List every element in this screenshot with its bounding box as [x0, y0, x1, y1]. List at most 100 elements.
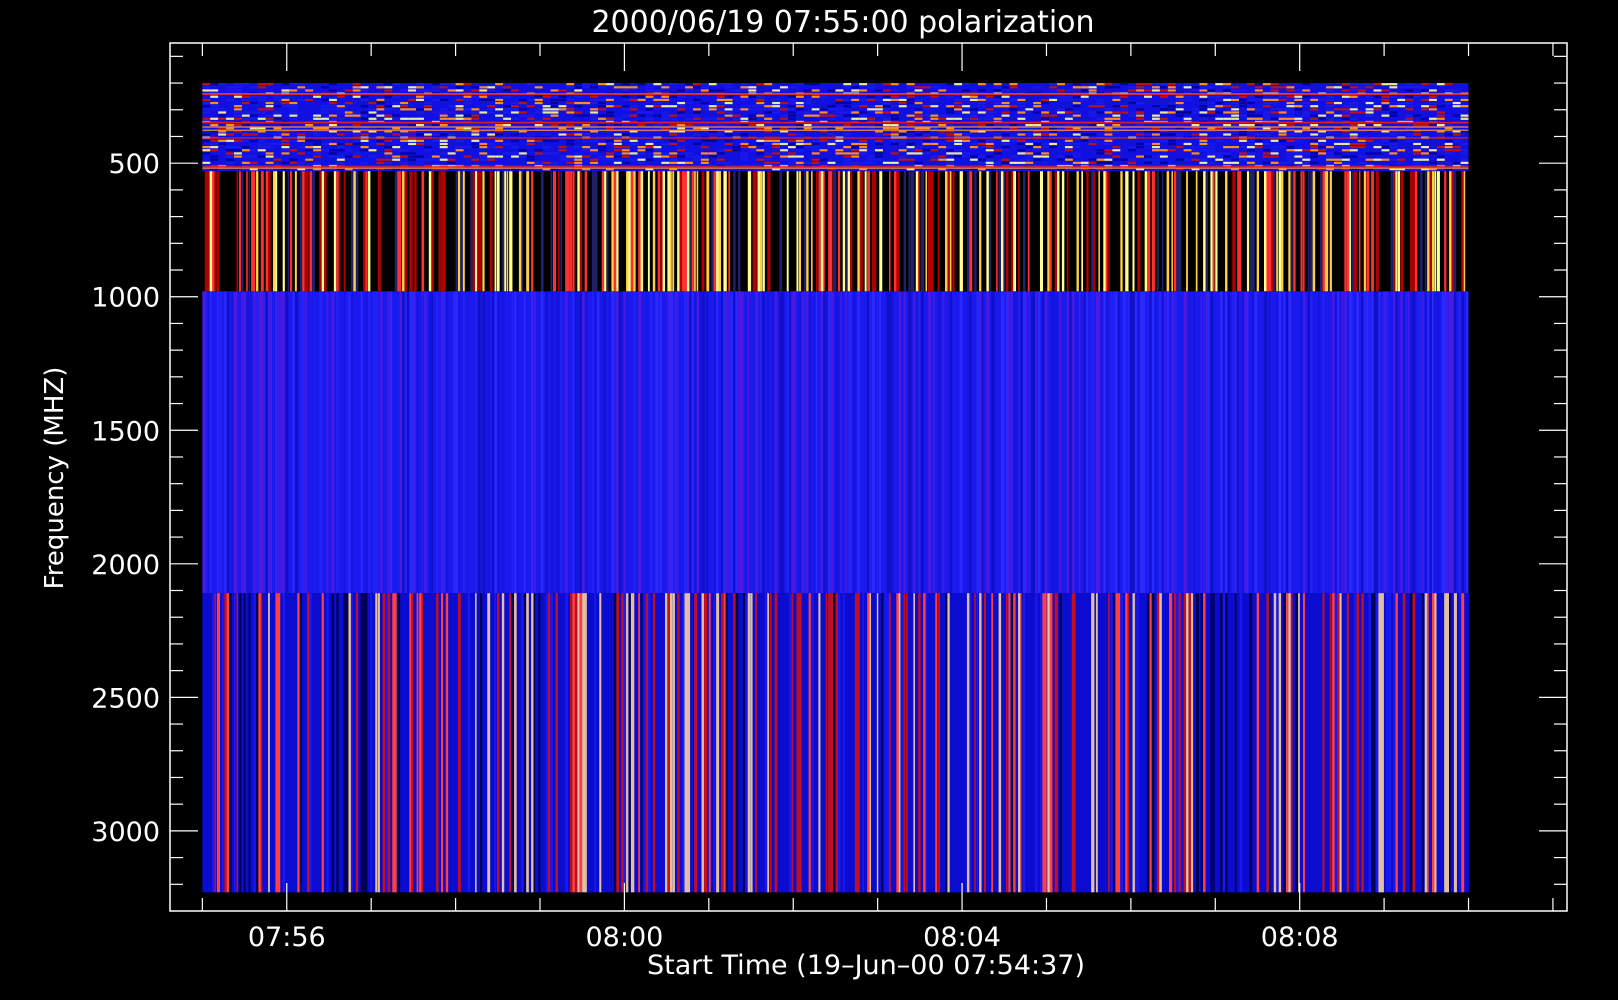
spectrogram-cell	[431, 86, 440, 89]
spectrogram-stripe	[813, 593, 817, 893]
spectrogram-stripe	[438, 171, 441, 292]
spectrogram-cell	[392, 114, 401, 117]
spectrogram-cell	[1357, 146, 1366, 149]
spectrogram-stripe	[397, 593, 401, 893]
spectrogram-cell	[1397, 86, 1406, 89]
spectrogram-cell	[226, 123, 235, 127]
spectrogram-cell	[1341, 149, 1350, 152]
spectrogram-cell	[756, 98, 765, 101]
spectrogram-cell	[962, 105, 970, 108]
spectrogram-cell	[416, 98, 424, 101]
spectrogram-stripe	[545, 291, 548, 594]
spectrogram-cell	[1144, 95, 1152, 98]
spectrogram-cell	[1120, 108, 1129, 111]
spectrogram-cell	[328, 155, 337, 158]
spectrogram-stripe	[294, 171, 297, 292]
spectrogram-cell	[946, 83, 955, 86]
spectrogram-stripe	[1035, 593, 1038, 893]
spectrogram-cell	[605, 158, 614, 161]
spectrogram-cell	[621, 139, 630, 142]
spectrogram-stripe	[1395, 171, 1398, 292]
spectrogram-cell	[495, 108, 504, 111]
spectrogram-cell	[1151, 89, 1160, 92]
spectrogram-cell	[906, 123, 915, 127]
spectrogram-cell	[550, 89, 559, 92]
y-axis-label: Frequency (MHZ)	[40, 367, 70, 590]
spectrogram-stripe	[214, 593, 217, 893]
spectrogram-cell	[890, 123, 899, 127]
spectrogram-cell	[637, 114, 646, 117]
spectrogram-cell	[328, 89, 337, 92]
spectrogram-cell	[724, 142, 733, 146]
spectrogram-cell	[693, 114, 701, 117]
spectrogram-cell	[423, 123, 432, 127]
spectrogram-cell	[392, 149, 401, 152]
spectrogram-cell	[843, 111, 852, 114]
spectrogram-cell	[685, 152, 693, 155]
spectrogram-cell	[1286, 89, 1295, 92]
spectrogram-stripe	[701, 291, 705, 594]
spectrogram-cell	[590, 161, 599, 164]
spectrogram-stripe	[599, 593, 602, 893]
spectrogram-stripe	[608, 291, 611, 594]
spectrogram-cell	[574, 111, 583, 114]
spectrogram-cell	[534, 108, 543, 111]
spectrogram-cell	[542, 105, 551, 108]
spectrogram-stripe	[1010, 171, 1014, 292]
spectrogram-stripe	[862, 593, 865, 893]
spectrogram-cell	[416, 155, 424, 158]
spectrogram-stripe	[840, 291, 842, 594]
spectrogram-stripe	[540, 291, 544, 594]
spectrogram-cell	[1326, 117, 1334, 120]
spectrogram-cell	[321, 149, 329, 152]
spectrogram-cell	[416, 111, 424, 114]
spectrogram-cell	[890, 139, 899, 142]
spectrogram-cell	[859, 117, 868, 120]
spectrogram-cell	[724, 149, 733, 152]
spectrogram-cell	[985, 95, 994, 98]
spectrogram-cell	[669, 133, 678, 136]
spectrogram-cell	[1167, 89, 1176, 92]
spectrogram-cell	[811, 152, 820, 155]
spectrogram-stripe	[1393, 171, 1396, 292]
spectrogram-stripe	[857, 291, 860, 594]
spectrogram-cell	[1167, 108, 1176, 111]
spectrogram-stripe	[906, 171, 909, 292]
spectrogram-stripe	[823, 291, 826, 594]
spectrogram-cell	[637, 83, 646, 86]
spectrogram-stripe	[1232, 171, 1236, 292]
spectrogram-cell	[289, 111, 298, 114]
spectrogram-stripe	[604, 171, 607, 292]
spectrogram-stripe	[1137, 593, 1140, 893]
spectrogram-cell	[764, 142, 773, 146]
spectrogram-stripe	[677, 171, 680, 292]
spectrogram-cell	[605, 139, 614, 142]
spectrogram-cell	[1365, 95, 1374, 98]
spectrogram-stripe	[701, 171, 705, 292]
spectrogram-cell	[1254, 146, 1263, 149]
spectrogram-cell	[218, 142, 227, 146]
spectrogram-cell	[328, 142, 337, 146]
spectrogram-cell	[1428, 95, 1437, 98]
spectrogram-cell	[843, 83, 852, 86]
spectrogram-cell	[1057, 111, 1065, 114]
spectrogram-cell	[1120, 158, 1129, 161]
spectrogram-cell	[210, 123, 219, 127]
spectrogram-cell	[1310, 155, 1319, 158]
spectrogram-stripe	[360, 593, 364, 893]
spectrogram-cell	[289, 149, 298, 152]
spectrogram-stripe	[216, 593, 221, 893]
spectrogram-cell	[455, 114, 464, 117]
spectrogram-stripe	[238, 593, 242, 893]
spectrogram-cell	[653, 89, 662, 92]
y-tick-label: 1500	[91, 416, 160, 447]
spectrogram-cell	[550, 105, 559, 108]
spectrogram-cell	[708, 152, 717, 155]
spectrogram-cell	[1452, 89, 1461, 92]
spectrogram-cell	[914, 98, 923, 101]
spectrogram-cell	[803, 111, 812, 114]
spectrogram-cell	[336, 111, 345, 114]
spectrogram-cell	[336, 146, 345, 149]
spectrogram-stripe	[1054, 593, 1058, 893]
spectrogram-cell	[1159, 111, 1168, 114]
